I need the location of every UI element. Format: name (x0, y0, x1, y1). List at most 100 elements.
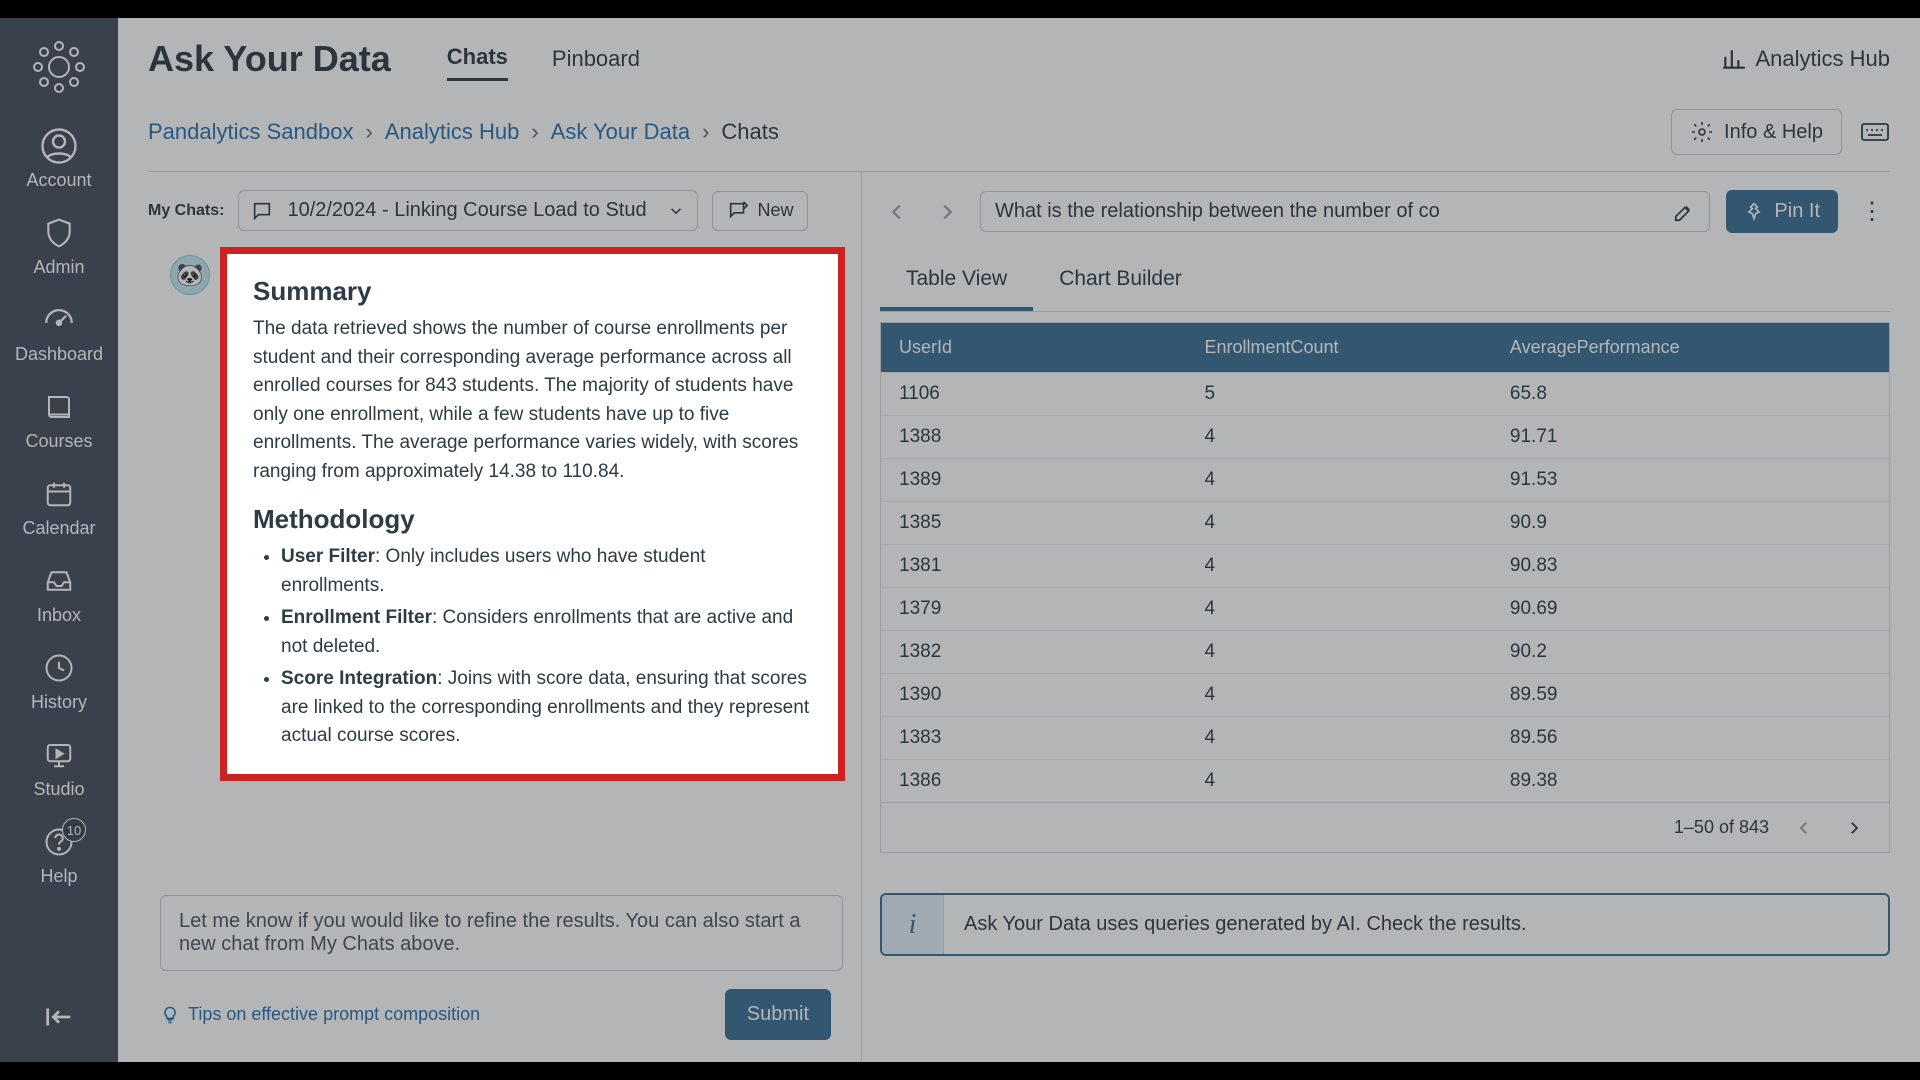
table-cell: 4 (1186, 416, 1491, 458)
app-title: Ask Your Data (148, 38, 391, 80)
chat-bubble-icon (251, 200, 273, 222)
table-cell: 4 (1186, 760, 1491, 802)
table-cell: 90.9 (1492, 502, 1889, 544)
summary-text: The data retrieved shows the number of c… (253, 315, 812, 486)
info-icon: i (882, 895, 944, 954)
table-row[interactable]: 1389491.53 (881, 458, 1889, 501)
table-row[interactable]: 1381490.83 (881, 544, 1889, 587)
shield-icon (43, 215, 75, 251)
column-header[interactable]: EnrollmentCount (1186, 323, 1491, 372)
chat-selector-dropdown[interactable]: 10/2/2024 - Linking Course Load to Stud (238, 190, 698, 231)
lightbulb-icon (160, 1005, 180, 1025)
monitor-play-icon (44, 737, 74, 773)
pager-next-button[interactable] (1839, 819, 1869, 837)
tab-chats[interactable]: Chats (447, 36, 508, 81)
submit-button[interactable]: Submit (725, 989, 831, 1040)
gauge-icon (42, 302, 76, 338)
question-input[interactable] (995, 200, 1663, 223)
pencil-ruler-icon[interactable] (1673, 201, 1695, 223)
column-header[interactable]: AveragePerformance (1492, 323, 1889, 372)
nav-inbox[interactable]: Inbox (0, 551, 118, 638)
gear-icon (1690, 120, 1714, 144)
top-bar: Ask Your Data Chats Pinboard Analytics H… (118, 18, 1920, 81)
table-cell: 91.71 (1492, 416, 1889, 458)
followup-textarea[interactable]: Let me know if you would like to refine … (160, 895, 843, 971)
table-cell: 1379 (881, 588, 1186, 630)
table-cell: 90.83 (1492, 545, 1889, 587)
nav-dashboard[interactable]: Dashboard (0, 290, 118, 377)
bar-chart-icon (1721, 46, 1747, 72)
table-cell: 1386 (881, 760, 1186, 802)
nav-history[interactable]: History (0, 638, 118, 725)
inbox-icon (44, 563, 74, 599)
next-question-button[interactable] (930, 195, 964, 229)
table-row[interactable]: 1106565.8 (881, 372, 1889, 415)
pin-it-button[interactable]: Pin It (1726, 190, 1838, 233)
selected-chat-title: 10/2/2024 - Linking Course Load to Stud (287, 199, 653, 222)
table-cell: 65.8 (1492, 373, 1889, 415)
table-cell: 89.56 (1492, 717, 1889, 759)
question-input-container (980, 191, 1710, 232)
table-row[interactable]: 1390489.59 (881, 673, 1889, 716)
table-cell: 89.38 (1492, 760, 1889, 802)
info-help-button[interactable]: Info & Help (1671, 109, 1842, 155)
nav-label: Calendar (22, 518, 95, 539)
table-cell: 1382 (881, 631, 1186, 673)
table-row[interactable]: 1379490.69 (881, 587, 1889, 630)
pager-prev-button[interactable] (1789, 819, 1819, 837)
collapse-nav-button[interactable] (42, 1000, 76, 1034)
global-nav-sidebar: Account Admin Dashboard Courses Calendar… (0, 18, 118, 1062)
tab-pinboard[interactable]: Pinboard (552, 38, 640, 80)
column-header[interactable]: UserId (881, 323, 1186, 372)
nav-admin[interactable]: Admin (0, 203, 118, 290)
breadcrumb-item[interactable]: Pandalytics Sandbox (148, 119, 353, 145)
nav-calendar[interactable]: Calendar (0, 464, 118, 551)
table-row[interactable]: 1383489.56 (881, 716, 1889, 759)
table-cell: 1383 (881, 717, 1186, 759)
table-cell: 4 (1186, 502, 1491, 544)
prev-question-button[interactable] (880, 195, 914, 229)
chevron-down-icon (667, 202, 685, 220)
table-row[interactable]: 1385490.9 (881, 501, 1889, 544)
breadcrumb-item[interactable]: Ask Your Data (551, 119, 690, 145)
table-row[interactable]: 1388491.71 (881, 415, 1889, 458)
table-cell: 4 (1186, 459, 1491, 501)
nav-label: Inbox (37, 605, 81, 626)
tab-table-view[interactable]: Table View (880, 251, 1033, 311)
table-row[interactable]: 1386489.38 (881, 759, 1889, 802)
table-cell: 4 (1186, 588, 1491, 630)
summary-card: Summary The data retrieved shows the num… (222, 249, 843, 779)
chevron-right-icon: › (702, 119, 709, 145)
breadcrumb-item[interactable]: Analytics Hub (385, 119, 520, 145)
result-view-tabs: Table View Chart Builder (880, 251, 1890, 312)
nav-help[interactable]: 10 Help (0, 812, 118, 899)
ai-disclaimer-banner: i Ask Your Data uses queries generated b… (880, 893, 1890, 956)
table-cell: 4 (1186, 717, 1491, 759)
more-menu-button[interactable]: ⋮ (1854, 197, 1890, 226)
table-cell: 90.2 (1492, 631, 1889, 673)
nav-account[interactable]: Account (0, 116, 118, 203)
chat-panel: My Chats: 10/2/2024 - Linking Course Loa… (148, 172, 862, 1062)
results-panel: Pin It ⋮ Table View Chart Builder UserId… (862, 172, 1890, 1062)
chevron-right-icon: › (365, 119, 372, 145)
analytics-hub-link[interactable]: Analytics Hub (1721, 46, 1890, 72)
table-cell: 1106 (881, 373, 1186, 415)
new-chat-button[interactable]: New (712, 191, 808, 231)
table-cell: 5 (1186, 373, 1491, 415)
results-table: UserId EnrollmentCount AveragePerformanc… (880, 322, 1890, 803)
breadcrumb: Pandalytics Sandbox › Analytics Hub › As… (148, 119, 779, 145)
nav-courses[interactable]: Courses (0, 377, 118, 464)
table-cell: 4 (1186, 631, 1491, 673)
calendar-icon (44, 476, 74, 512)
table-cell: 4 (1186, 545, 1491, 587)
nav-label: History (31, 692, 87, 713)
my-chats-label: My Chats: (148, 202, 224, 220)
nav-label: Dashboard (15, 344, 103, 365)
table-row[interactable]: 1382490.2 (881, 630, 1889, 673)
nav-studio[interactable]: Studio (0, 725, 118, 812)
tips-link[interactable]: Tips on effective prompt composition (160, 1004, 480, 1025)
keyboard-icon[interactable] (1860, 120, 1890, 144)
table-cell: 1390 (881, 674, 1186, 716)
help-badge: 10 (62, 818, 86, 842)
tab-chart-builder[interactable]: Chart Builder (1033, 251, 1208, 311)
